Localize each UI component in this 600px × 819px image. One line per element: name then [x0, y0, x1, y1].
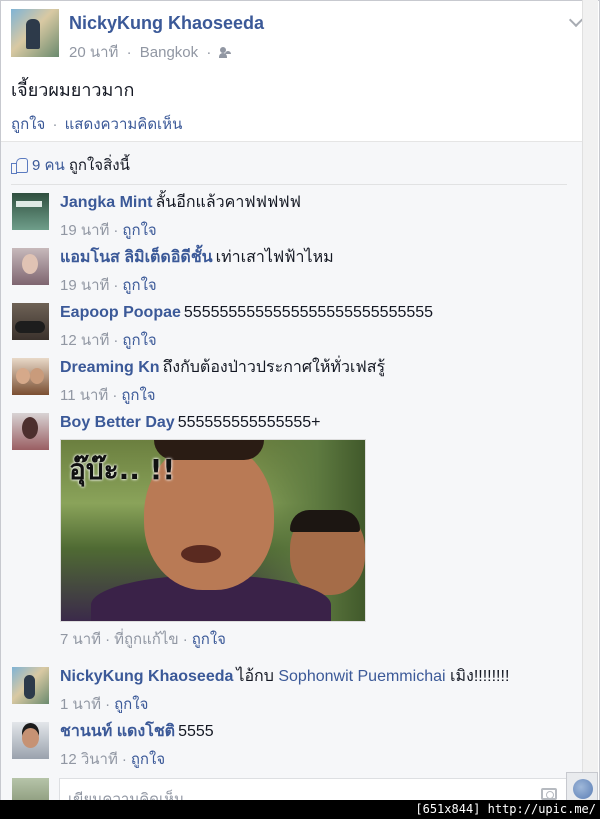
comment-like-link[interactable]: ถูกใจ [131, 751, 165, 768]
commenter-name[interactable]: Boy Better Day [60, 414, 175, 431]
scrollbar[interactable] [582, 0, 598, 800]
friends-privacy-icon[interactable] [219, 47, 233, 58]
commenter-avatar[interactable] [12, 667, 49, 704]
like-link[interactable]: ถูกใจ [11, 116, 45, 133]
thumbs-up-icon [11, 157, 28, 174]
separator: · [105, 696, 111, 713]
comment-like-link[interactable]: ถูกใจ [122, 277, 156, 294]
separator: · [182, 631, 188, 648]
commenter-avatar[interactable] [12, 358, 49, 395]
commenter-avatar[interactable] [12, 193, 49, 230]
comment-body: แอมโนส ลิมิเต็ดอิดีชั้น เท่าเสาไฟฟ้าไหม 1… [60, 248, 567, 297]
post-location[interactable]: Bangkok [140, 44, 198, 61]
comment-text: 5555 [178, 723, 214, 740]
post-header: NickyKung Khaoseeda 20 นาที · Bangkok · [11, 9, 589, 64]
comment-time[interactable]: 12 นาที [60, 332, 109, 349]
post-text: เจี้ยวผมยาวมาก [11, 80, 135, 100]
commenter-avatar[interactable] [12, 303, 49, 340]
commenter-avatar[interactable] [12, 722, 49, 759]
watermark-text: [651x844] http://upic.me/ [415, 802, 596, 816]
post-time[interactable]: 20 นาที [69, 44, 118, 61]
author-avatar[interactable] [11, 9, 59, 57]
commenter-name[interactable]: Eapoop Poopae [60, 304, 181, 321]
comment-body: Jangka Mint ลั้นอีกแล้วคาฟฟฟฟฟ 19 นาที · ถู… [60, 193, 567, 242]
comment-like-link[interactable]: ถูกใจ [121, 387, 155, 404]
comment-time[interactable]: 11 นาที [60, 387, 108, 404]
comment-like-link[interactable]: ถูกใจ [122, 332, 156, 349]
comment-time[interactable]: 12 วินาที [60, 751, 118, 768]
mention-link[interactable]: Sophonwit Puemmichai [278, 668, 445, 685]
post-card: NickyKung Khaoseeda 20 นาที · Bangkok · … [0, 0, 600, 819]
camera-icon[interactable] [541, 788, 557, 800]
post-meta: 20 นาที · Bangkok · [69, 40, 233, 64]
comment-text: 5555555555555555555555555555 [183, 304, 434, 321]
comment-text: ถึงกับต้องป่าวประกาศให้ทั่วเฟสรู้ [162, 359, 386, 376]
comment-photo[interactable]: อุ๊บ๊ะ.. !! [60, 439, 366, 622]
chevron-down-icon[interactable] [568, 12, 584, 28]
photo-caption: อุ๊บ๊ะ.. !! [69, 453, 176, 486]
comment-link[interactable]: แสดงความคิดเห็น [65, 116, 183, 133]
comment-text-post: เมิง!!!!!!!! [450, 668, 510, 685]
comment-body: Boy Better Day 555555555555555+ อุ๊บ๊ะ.. … [60, 413, 567, 651]
comment-body: Dreaming Kn ถึงกับต้องป่าวประกาศให้ทั่วเฟ… [60, 358, 567, 407]
separator: · [113, 222, 119, 239]
separator: · [121, 751, 127, 768]
comment-text: ลั้นอีกแล้วคาฟฟฟฟฟ [155, 194, 301, 211]
commenter-name[interactable]: NickyKung Khaoseeda [60, 668, 233, 685]
separator: · [206, 44, 212, 61]
commenter-name[interactable]: Jangka Mint [60, 194, 152, 211]
separator: · [113, 332, 119, 349]
commenter-name[interactable]: แอมโนส ลิมิเต็ดอิดีชั้น [60, 249, 213, 266]
commenter-avatar[interactable] [12, 413, 49, 450]
comments-section: 9 คน ถูกใจสิ่งนี้ Jangka Mint ลั้นอีกแล้วค… [1, 141, 583, 818]
watermark-bar: [651x844] http://upic.me/ [0, 800, 600, 819]
comment-like-link[interactable]: ถูกใจ [114, 696, 148, 713]
comment-text-pre: ไอ้กบ [236, 668, 274, 685]
separator: · [113, 277, 119, 294]
comment-body: Eapoop Poopae 555555555555555555555555555… [60, 303, 567, 352]
globe-icon [573, 779, 593, 799]
commenter-name[interactable]: Dreaming Kn [60, 359, 160, 376]
photo-mouth [181, 545, 221, 563]
comment-text: เท่าเสาไฟฟ้าไหม [215, 249, 334, 266]
photo-person-hair [290, 510, 360, 532]
likes-summary: 9 คน ถูกใจสิ่งนี้ [11, 153, 130, 177]
comment-time[interactable]: 19 นาที [60, 222, 109, 239]
comment-body: ชานนท์ แดงโชติ 5555 12 วินาที · ถูกใจ [60, 722, 567, 771]
separator: · [52, 116, 58, 133]
divider [11, 184, 567, 185]
likes-count[interactable]: 9 คน [32, 157, 65, 174]
comment-text: 555555555555555+ [177, 414, 321, 431]
separator: · [112, 387, 118, 404]
edited-label[interactable]: ที่ถูกแก้ไข [114, 631, 179, 648]
separator: · [105, 631, 111, 648]
post-actions: ถูกใจ · แสดงความคิดเห็น [11, 112, 182, 136]
commenter-avatar[interactable] [12, 248, 49, 285]
comment-time[interactable]: 19 นาที [60, 277, 109, 294]
comment-like-link[interactable]: ถูกใจ [192, 631, 226, 648]
comment-time[interactable]: 7 นาที [60, 631, 101, 648]
author-name[interactable]: NickyKung Khaoseeda [69, 13, 264, 34]
likes-text: ถูกใจสิ่งนี้ [68, 157, 130, 174]
commenter-name[interactable]: ชานนท์ แดงโชติ [60, 723, 175, 740]
comment-body: NickyKung Khaoseeda ไอ้กบ Sophonwit Puemm… [60, 667, 567, 716]
separator: · [126, 44, 132, 61]
comment-time[interactable]: 1 นาที [60, 696, 101, 713]
comment-like-link[interactable]: ถูกใจ [122, 222, 156, 239]
